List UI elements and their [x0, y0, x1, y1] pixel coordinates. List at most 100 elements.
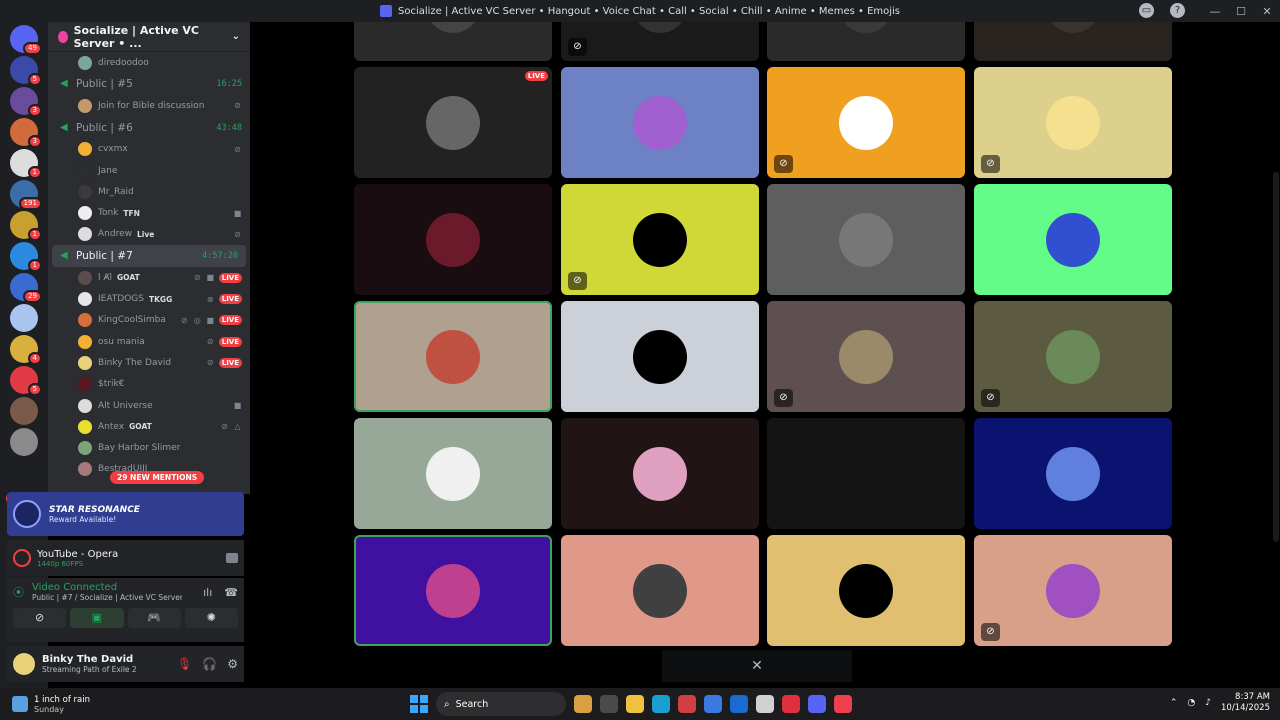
participant-tile[interactable] [974, 22, 1172, 61]
participant-tile[interactable] [354, 535, 552, 646]
server-icon-server-9[interactable] [10, 304, 38, 332]
mic-muted-icon[interactable]: 🎙 [177, 657, 192, 671]
voice-user[interactable]: KingCoolSimba ⊘ ◎ ■ LIVE [48, 310, 250, 331]
inbox-icon[interactable]: ▭ [1139, 3, 1154, 18]
stop-stream-icon[interactable] [226, 553, 238, 563]
settings-gear-icon[interactable]: ⚙ [227, 657, 238, 671]
voice-user[interactable]: cvxmx ⊘ [48, 139, 250, 160]
server-icon-server-3[interactable]: 3 [10, 118, 42, 148]
help-icon[interactable]: ? [1170, 3, 1185, 18]
participant-tile[interactable] [767, 184, 965, 295]
server-icon-server-7[interactable]: 1 [10, 242, 42, 272]
server-icon-server-11[interactable]: 5 [10, 366, 42, 396]
voice-user[interactable]: Binky The David ⊘ LIVE [48, 352, 250, 373]
voice-channel[interactable]: Public | #7 / Socialize | Active VC Serv… [32, 593, 182, 602]
taskbar-app-icon[interactable] [626, 695, 644, 713]
noise-suppression-icon[interactable]: ılı [203, 586, 212, 599]
server-icon-server-skull[interactable]: 1 [10, 149, 42, 179]
voice-user[interactable]: diredoodoo [48, 52, 250, 73]
taskbar-app-icon[interactable] [704, 695, 722, 713]
participant-tile[interactable] [561, 418, 759, 529]
windows-start-icon[interactable] [410, 695, 428, 713]
participant-tile[interactable] [974, 184, 1172, 295]
voice-user[interactable]: Andrew Live ⊘ [48, 224, 250, 245]
voice-channel-5[interactable]: ◀ Public | #5 16:25 [48, 73, 250, 95]
headphones-icon[interactable]: 🎧 [202, 657, 217, 671]
volume-icon[interactable]: ♪ [1205, 698, 1211, 708]
promo-card[interactable]: STAR RESONANCE Reward Available! [7, 492, 244, 536]
avatar[interactable] [13, 653, 35, 675]
server-icon-dm-home[interactable]: 49 [10, 25, 42, 55]
server-icon-server-5[interactable]: 191 [10, 180, 42, 210]
participant-tile[interactable]: ⊘ [561, 22, 759, 61]
server-icon-server-8[interactable]: 29 [10, 273, 42, 303]
screen-share-button[interactable]: ▣ [70, 608, 124, 628]
close-window-icon[interactable]: ✕ [1254, 5, 1280, 18]
activity-button[interactable]: 🎮 [127, 608, 181, 628]
taskbar-app-icon[interactable] [652, 695, 670, 713]
participant-tile[interactable] [974, 418, 1172, 529]
taskbar-app-icon[interactable] [678, 695, 696, 713]
taskbar-app-icon[interactable] [756, 695, 774, 713]
camera-toggle-button[interactable]: ⊘ [13, 608, 67, 628]
participant-tile[interactable] [354, 184, 552, 295]
voice-user[interactable]: Tonk TFN ■ [48, 202, 250, 223]
close-grid-button[interactable]: ✕ [662, 650, 852, 682]
taskbar-app-icon[interactable] [730, 695, 748, 713]
participant-tile[interactable]: ⊘ [974, 67, 1172, 178]
participant-tile[interactable]: ⊘ [767, 67, 965, 178]
participant-tile[interactable] [561, 301, 759, 412]
participant-tile[interactable] [767, 418, 965, 529]
participant-tile[interactable]: ⊘ [767, 301, 965, 412]
participant-tile[interactable] [561, 67, 759, 178]
voice-user[interactable]: osu mania ⊘ LIVE [48, 331, 250, 352]
participant-tile[interactable] [354, 22, 552, 61]
voice-user[interactable]: Mr_Raid [48, 181, 250, 202]
participant-tile[interactable] [561, 535, 759, 646]
participant-tile[interactable]: ⊘ [561, 184, 759, 295]
minimize-icon[interactable]: — [1202, 5, 1228, 18]
grid-scrollbar[interactable] [1273, 172, 1279, 542]
voice-user[interactable]: Alt Universe ■ [48, 395, 250, 416]
taskbar-app-icon[interactable] [782, 695, 800, 713]
wifi-icon[interactable]: ◔ [1187, 698, 1195, 708]
participant-tile[interactable]: ⊘ [974, 535, 1172, 646]
weather-widget[interactable]: 1 inch of rain Sunday [0, 695, 200, 714]
participant-tile[interactable] [354, 418, 552, 529]
server-icon-server-10[interactable]: 4 [10, 335, 42, 365]
taskbar-app-icon[interactable] [600, 695, 618, 713]
participant-tile[interactable] [767, 535, 965, 646]
voice-channel-6[interactable]: ◀ Public | #6 43:48 [48, 117, 250, 139]
search-box[interactable]: ⌕ Search [436, 692, 566, 716]
clock[interactable]: 8:37 AM 10/14/2025 [1221, 692, 1270, 714]
mic-muted-icon: ⊘ [568, 272, 587, 290]
taskbar-app-icon[interactable] [808, 695, 826, 713]
voice-user[interactable]: $trik€ [48, 374, 250, 395]
participant-tile[interactable] [354, 301, 552, 412]
voice-user[interactable]: Antex GOAT ⊘ △ [48, 416, 250, 437]
maximize-icon[interactable]: ☐ [1228, 5, 1254, 18]
soundboard-button[interactable]: ✺ [184, 608, 238, 628]
voice-user[interactable]: Join for Bible discussion ⊘ [48, 95, 250, 116]
signal-icon[interactable]: ⦿ [13, 584, 24, 600]
voice-user[interactable]: Jane [48, 160, 250, 181]
participant-tile[interactable]: LIVE [354, 67, 552, 178]
server-icon-server-13[interactable] [10, 428, 38, 456]
taskbar-app-icon[interactable] [574, 695, 592, 713]
participant-tile[interactable] [767, 22, 965, 61]
new-mentions-pill[interactable]: 29 NEW MENTIONS [110, 471, 205, 484]
chevron-up-icon[interactable]: ⌃ [1170, 698, 1178, 708]
chevron-down-icon[interactable]: ⌄ [232, 31, 240, 42]
server-icon-server-6[interactable]: 1 [10, 211, 42, 241]
server-icon-server-socialize[interactable]: 5 [10, 56, 42, 86]
voice-user[interactable]: IEATDOGS TKGG ⊗ LIVE [48, 288, 250, 309]
participant-tile[interactable]: ⊘ [974, 301, 1172, 412]
voice-channel-7[interactable]: ◀ Public | #7 4:57:20 [52, 245, 246, 268]
server-icon-server-12[interactable] [10, 397, 38, 425]
taskbar-app-icon[interactable] [834, 695, 852, 713]
server-header[interactable]: Socialize | Active VC Server • ... ⌄ [48, 22, 250, 52]
server-icon-server-2[interactable]: 3 [10, 87, 42, 117]
disconnect-icon[interactable]: ☎ [224, 586, 238, 599]
voice-user[interactable]: l Ⱥl GOAT ⊘ ■ LIVE [48, 267, 250, 288]
voice-user[interactable]: Bay Harbor Slimer [48, 437, 250, 458]
